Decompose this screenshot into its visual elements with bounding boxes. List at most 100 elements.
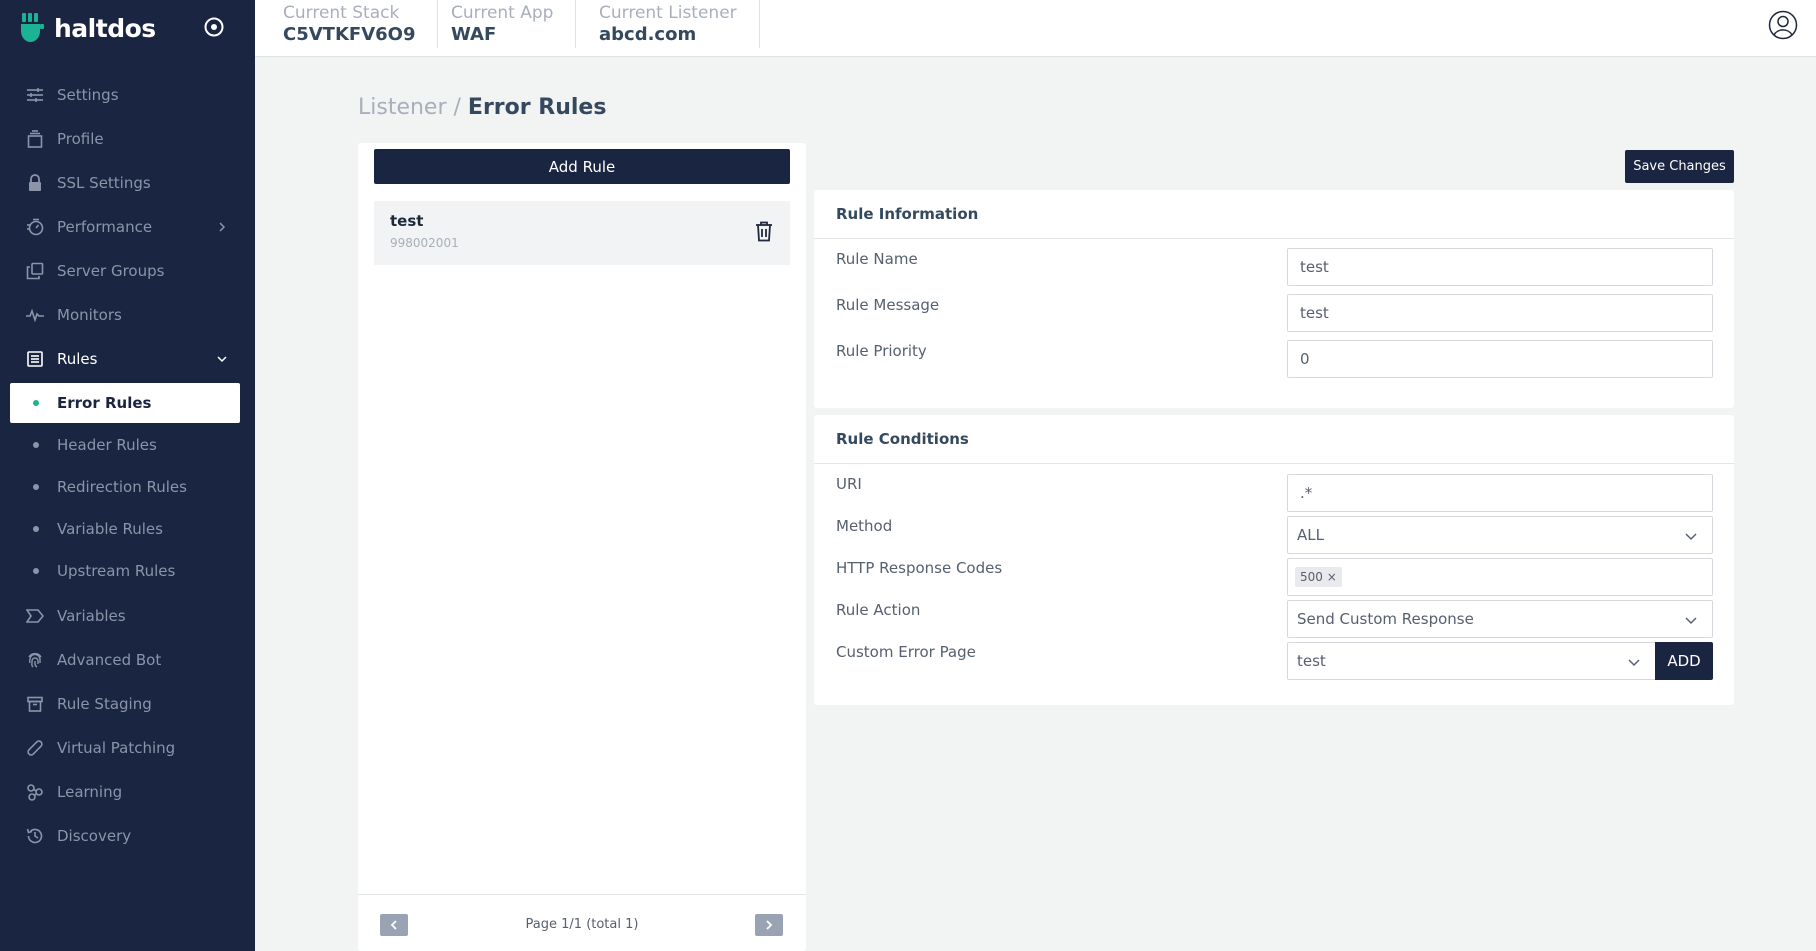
http-response-codes-label: HTTP Response Codes bbox=[836, 559, 1003, 577]
breadcrumb: Listener / Error Rules bbox=[358, 95, 606, 120]
sidebar-subitem-redirection-rules[interactable]: Redirection Rules bbox=[10, 467, 240, 507]
sidebar-subitem-upstream-rules[interactable]: Upstream Rules bbox=[10, 551, 240, 591]
sidebar-item-label: Profile bbox=[57, 130, 104, 148]
sidebar-item-label: Server Groups bbox=[57, 262, 165, 280]
next-page-button[interactable] bbox=[755, 914, 783, 936]
save-changes-button[interactable]: Save Changes bbox=[1625, 150, 1734, 183]
sidebar-item-virtual-patching[interactable]: Virtual Patching bbox=[0, 728, 255, 768]
rule-list-item[interactable]: test 998002001 bbox=[374, 201, 790, 265]
sidebar-item-label: Performance bbox=[57, 218, 153, 236]
add-error-page-button[interactable]: ADD bbox=[1655, 642, 1713, 680]
uri-input[interactable]: .* bbox=[1287, 474, 1713, 512]
brand-logo[interactable]: haltdos bbox=[20, 10, 156, 46]
sidebar-item-label: Variables bbox=[57, 607, 126, 625]
page-title: Error Rules bbox=[467, 95, 607, 120]
bandage-icon bbox=[25, 738, 45, 758]
archive-icon bbox=[25, 694, 45, 714]
sidebar-item-profile[interactable]: Profile bbox=[0, 119, 255, 159]
custom-error-page-label: Custom Error Page bbox=[836, 643, 976, 661]
rule-conditions-card: Rule Conditions URI .* Method ALL HTTP R… bbox=[814, 415, 1734, 705]
current-listener-value: abcd.com bbox=[599, 24, 697, 45]
current-app[interactable]: Current App WAF bbox=[423, 0, 577, 48]
sidebar-subitem-label: Error Rules bbox=[57, 394, 152, 412]
bullet-icon bbox=[33, 442, 39, 448]
rule-message-value: test bbox=[1300, 304, 1329, 322]
sidebar: haltdos Settings Profile SSL Settings Pe… bbox=[0, 0, 255, 951]
sidebar-item-advanced-bot[interactable]: Advanced Bot bbox=[0, 640, 255, 680]
rule-name-value: test bbox=[1300, 258, 1329, 276]
breadcrumb-parent[interactable]: Listener bbox=[358, 95, 447, 120]
rule-action-value: Send Custom Response bbox=[1297, 610, 1474, 628]
page-indicator: Page 1/1 (total 1) bbox=[525, 917, 639, 932]
chevron-down-icon bbox=[1685, 617, 1697, 625]
sidebar-item-performance[interactable]: Performance bbox=[0, 207, 255, 247]
rule-priority-value: 0 bbox=[1300, 350, 1310, 368]
trash-icon[interactable] bbox=[755, 221, 773, 242]
current-stack-value: C5VTKFV6O9 bbox=[283, 24, 416, 45]
chevron-down-icon bbox=[1628, 659, 1640, 667]
uri-value: .* bbox=[1300, 484, 1313, 502]
rule-priority-input[interactable]: 0 bbox=[1287, 340, 1713, 378]
topbar: Current Stack C5VTKFV6O9 Current App WAF… bbox=[255, 0, 1816, 57]
rule-name-label: Rule Name bbox=[836, 250, 918, 268]
sidebar-item-ssl-settings[interactable]: SSL Settings bbox=[0, 163, 255, 203]
sidebar-item-monitors[interactable]: Monitors bbox=[0, 295, 255, 335]
sidebar-item-label: Settings bbox=[57, 86, 119, 104]
sidebar-item-learning[interactable]: Learning bbox=[0, 772, 255, 812]
sidebar-item-server-groups[interactable]: Server Groups bbox=[0, 251, 255, 291]
sidebar-item-variables[interactable]: Variables bbox=[0, 596, 255, 636]
current-listener-label: Current Listener bbox=[599, 3, 737, 23]
rule-action-label: Rule Action bbox=[836, 601, 921, 619]
bullet-icon bbox=[33, 484, 39, 490]
brand-name: haltdos bbox=[54, 13, 156, 43]
method-value: ALL bbox=[1297, 526, 1324, 544]
rule-list-panel: Add Rule test 998002001 Page 1/1 (total … bbox=[358, 143, 806, 951]
custom-error-page-select[interactable]: test bbox=[1287, 642, 1656, 680]
response-code-tag[interactable]: 500 × bbox=[1295, 567, 1342, 587]
sidebar-subitem-label: Header Rules bbox=[57, 436, 157, 454]
rule-name-input[interactable]: test bbox=[1287, 248, 1713, 286]
custom-error-page-value: test bbox=[1297, 652, 1326, 670]
rule-action-select[interactable]: Send Custom Response bbox=[1287, 600, 1713, 638]
uri-label: URI bbox=[836, 475, 862, 493]
sidebar-item-settings[interactable]: Settings bbox=[0, 75, 255, 115]
current-listener[interactable]: Current Listener abcd.com bbox=[571, 0, 760, 48]
chevron-right-icon bbox=[766, 920, 773, 930]
breadcrumb-separator: / bbox=[446, 95, 468, 120]
current-stack[interactable]: Current Stack C5VTKFV6O9 bbox=[255, 0, 439, 48]
variables-icon bbox=[25, 606, 45, 626]
server-groups-icon bbox=[25, 261, 45, 281]
chevron-right-icon bbox=[219, 222, 226, 232]
pulse-icon bbox=[25, 305, 45, 325]
bullet-icon bbox=[33, 526, 39, 532]
sidebar-item-discovery[interactable]: Discovery bbox=[0, 816, 255, 856]
rule-message-input[interactable]: test bbox=[1287, 294, 1713, 332]
rule-message-label: Rule Message bbox=[836, 296, 940, 314]
method-select[interactable]: ALL bbox=[1287, 516, 1713, 554]
bullet-icon bbox=[33, 568, 39, 574]
history-icon bbox=[25, 826, 45, 846]
rule-conditions-title: Rule Conditions bbox=[814, 415, 1734, 464]
sidebar-item-label: Monitors bbox=[57, 306, 122, 324]
sidebar-item-rule-staging[interactable]: Rule Staging bbox=[0, 684, 255, 724]
sidebar-item-label: Virtual Patching bbox=[57, 739, 176, 757]
user-avatar-icon[interactable] bbox=[1768, 10, 1798, 40]
rules-icon bbox=[25, 349, 45, 369]
profile-icon bbox=[25, 129, 45, 149]
http-response-codes-input[interactable]: 500 × bbox=[1287, 558, 1713, 596]
learning-icon bbox=[25, 782, 45, 802]
pagination: Page 1/1 (total 1) bbox=[358, 894, 806, 951]
target-settings-icon[interactable] bbox=[203, 16, 225, 38]
sidebar-item-label: Learning bbox=[57, 783, 123, 801]
performance-icon bbox=[25, 217, 45, 237]
sidebar-item-label: Rules bbox=[57, 350, 98, 368]
sidebar-item-label: Discovery bbox=[57, 827, 132, 845]
add-rule-button[interactable]: Add Rule bbox=[374, 149, 790, 184]
sidebar-subitem-header-rules[interactable]: Header Rules bbox=[10, 425, 240, 465]
fingerprint-icon bbox=[25, 650, 45, 670]
chevron-down-icon bbox=[217, 356, 227, 363]
sidebar-item-rules[interactable]: Rules bbox=[0, 339, 255, 379]
sidebar-subitem-variable-rules[interactable]: Variable Rules bbox=[10, 509, 240, 549]
haltdos-logo-icon bbox=[21, 13, 44, 42]
sidebar-subitem-error-rules[interactable]: Error Rules bbox=[10, 383, 240, 423]
